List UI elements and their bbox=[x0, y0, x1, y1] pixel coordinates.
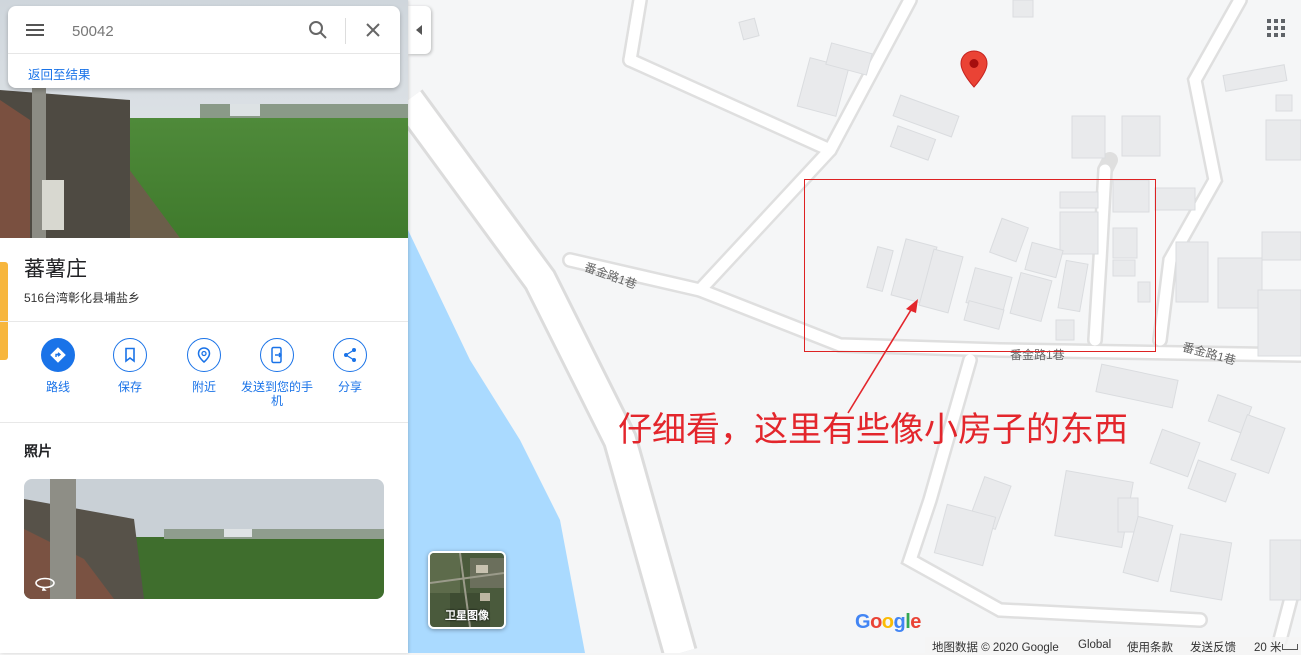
hamburger-menu-icon[interactable] bbox=[24, 20, 46, 40]
scale-bar bbox=[1282, 644, 1298, 650]
close-icon[interactable] bbox=[361, 18, 385, 42]
search-input[interactable] bbox=[70, 18, 304, 44]
region-link[interactable]: Global bbox=[1078, 639, 1111, 651]
directions-icon bbox=[50, 347, 66, 363]
search-divider bbox=[345, 18, 346, 44]
place-address: 516台湾彰化县埔盐乡 bbox=[24, 291, 141, 305]
nearby-icon bbox=[197, 347, 211, 363]
google-logo: Google bbox=[855, 611, 921, 633]
search-box: 返回至结果 bbox=[8, 6, 400, 88]
send-to-phone-label: 发送到您的手机 bbox=[240, 380, 313, 408]
divider bbox=[0, 321, 408, 322]
map-footer: 地图数据 © 2020 Google Global 使用条款 发送反馈 20 米 bbox=[925, 637, 1301, 654]
save-button[interactable]: 保存 bbox=[93, 338, 167, 394]
place-title: 蕃薯庄 bbox=[24, 258, 87, 281]
nearby-button[interactable]: 附近 bbox=[167, 338, 241, 394]
directions-label: 路线 bbox=[45, 380, 70, 394]
divider bbox=[8, 53, 400, 54]
save-label: 保存 bbox=[117, 380, 142, 394]
share-button[interactable]: 分享 bbox=[313, 338, 387, 394]
annotation-text: 仔细看，这里有些像小房子的东西 bbox=[618, 410, 1128, 450]
street-view-photo[interactable] bbox=[24, 479, 384, 599]
highlight-bar bbox=[0, 262, 8, 360]
directions-button[interactable]: 路线 bbox=[21, 338, 95, 394]
bookmark-icon bbox=[125, 347, 135, 363]
location-pin-icon[interactable] bbox=[960, 50, 988, 88]
action-bar: 路线 保存 附近 发送到您的手机 分享 bbox=[20, 338, 390, 418]
search-row bbox=[8, 6, 400, 54]
caret-left-icon bbox=[416, 25, 422, 35]
satellite-label: 卫星图像 bbox=[445, 610, 489, 622]
side-panel: 蕃薯庄 516台湾彰化县埔盐乡 路线 保存 附近 发送到您的手机 分享 照片 bbox=[0, 0, 408, 653]
satellite-toggle-button[interactable]: 卫星图像 bbox=[428, 551, 506, 629]
back-to-results-link[interactable]: 返回至结果 bbox=[28, 64, 91, 83]
collapse-panel-button[interactable] bbox=[408, 6, 431, 54]
send-to-phone-icon bbox=[271, 346, 282, 364]
send-to-phone-button[interactable]: 发送到您的手机 bbox=[240, 338, 314, 408]
apps-grid-icon[interactable] bbox=[1265, 17, 1287, 39]
photos-heading: 照片 bbox=[24, 443, 52, 459]
share-label: 分享 bbox=[337, 380, 362, 394]
share-icon bbox=[344, 348, 356, 362]
nearby-label: 附近 bbox=[191, 380, 216, 394]
search-icon[interactable] bbox=[306, 18, 330, 42]
divider bbox=[0, 422, 408, 423]
street-view-360-icon bbox=[35, 577, 55, 591]
